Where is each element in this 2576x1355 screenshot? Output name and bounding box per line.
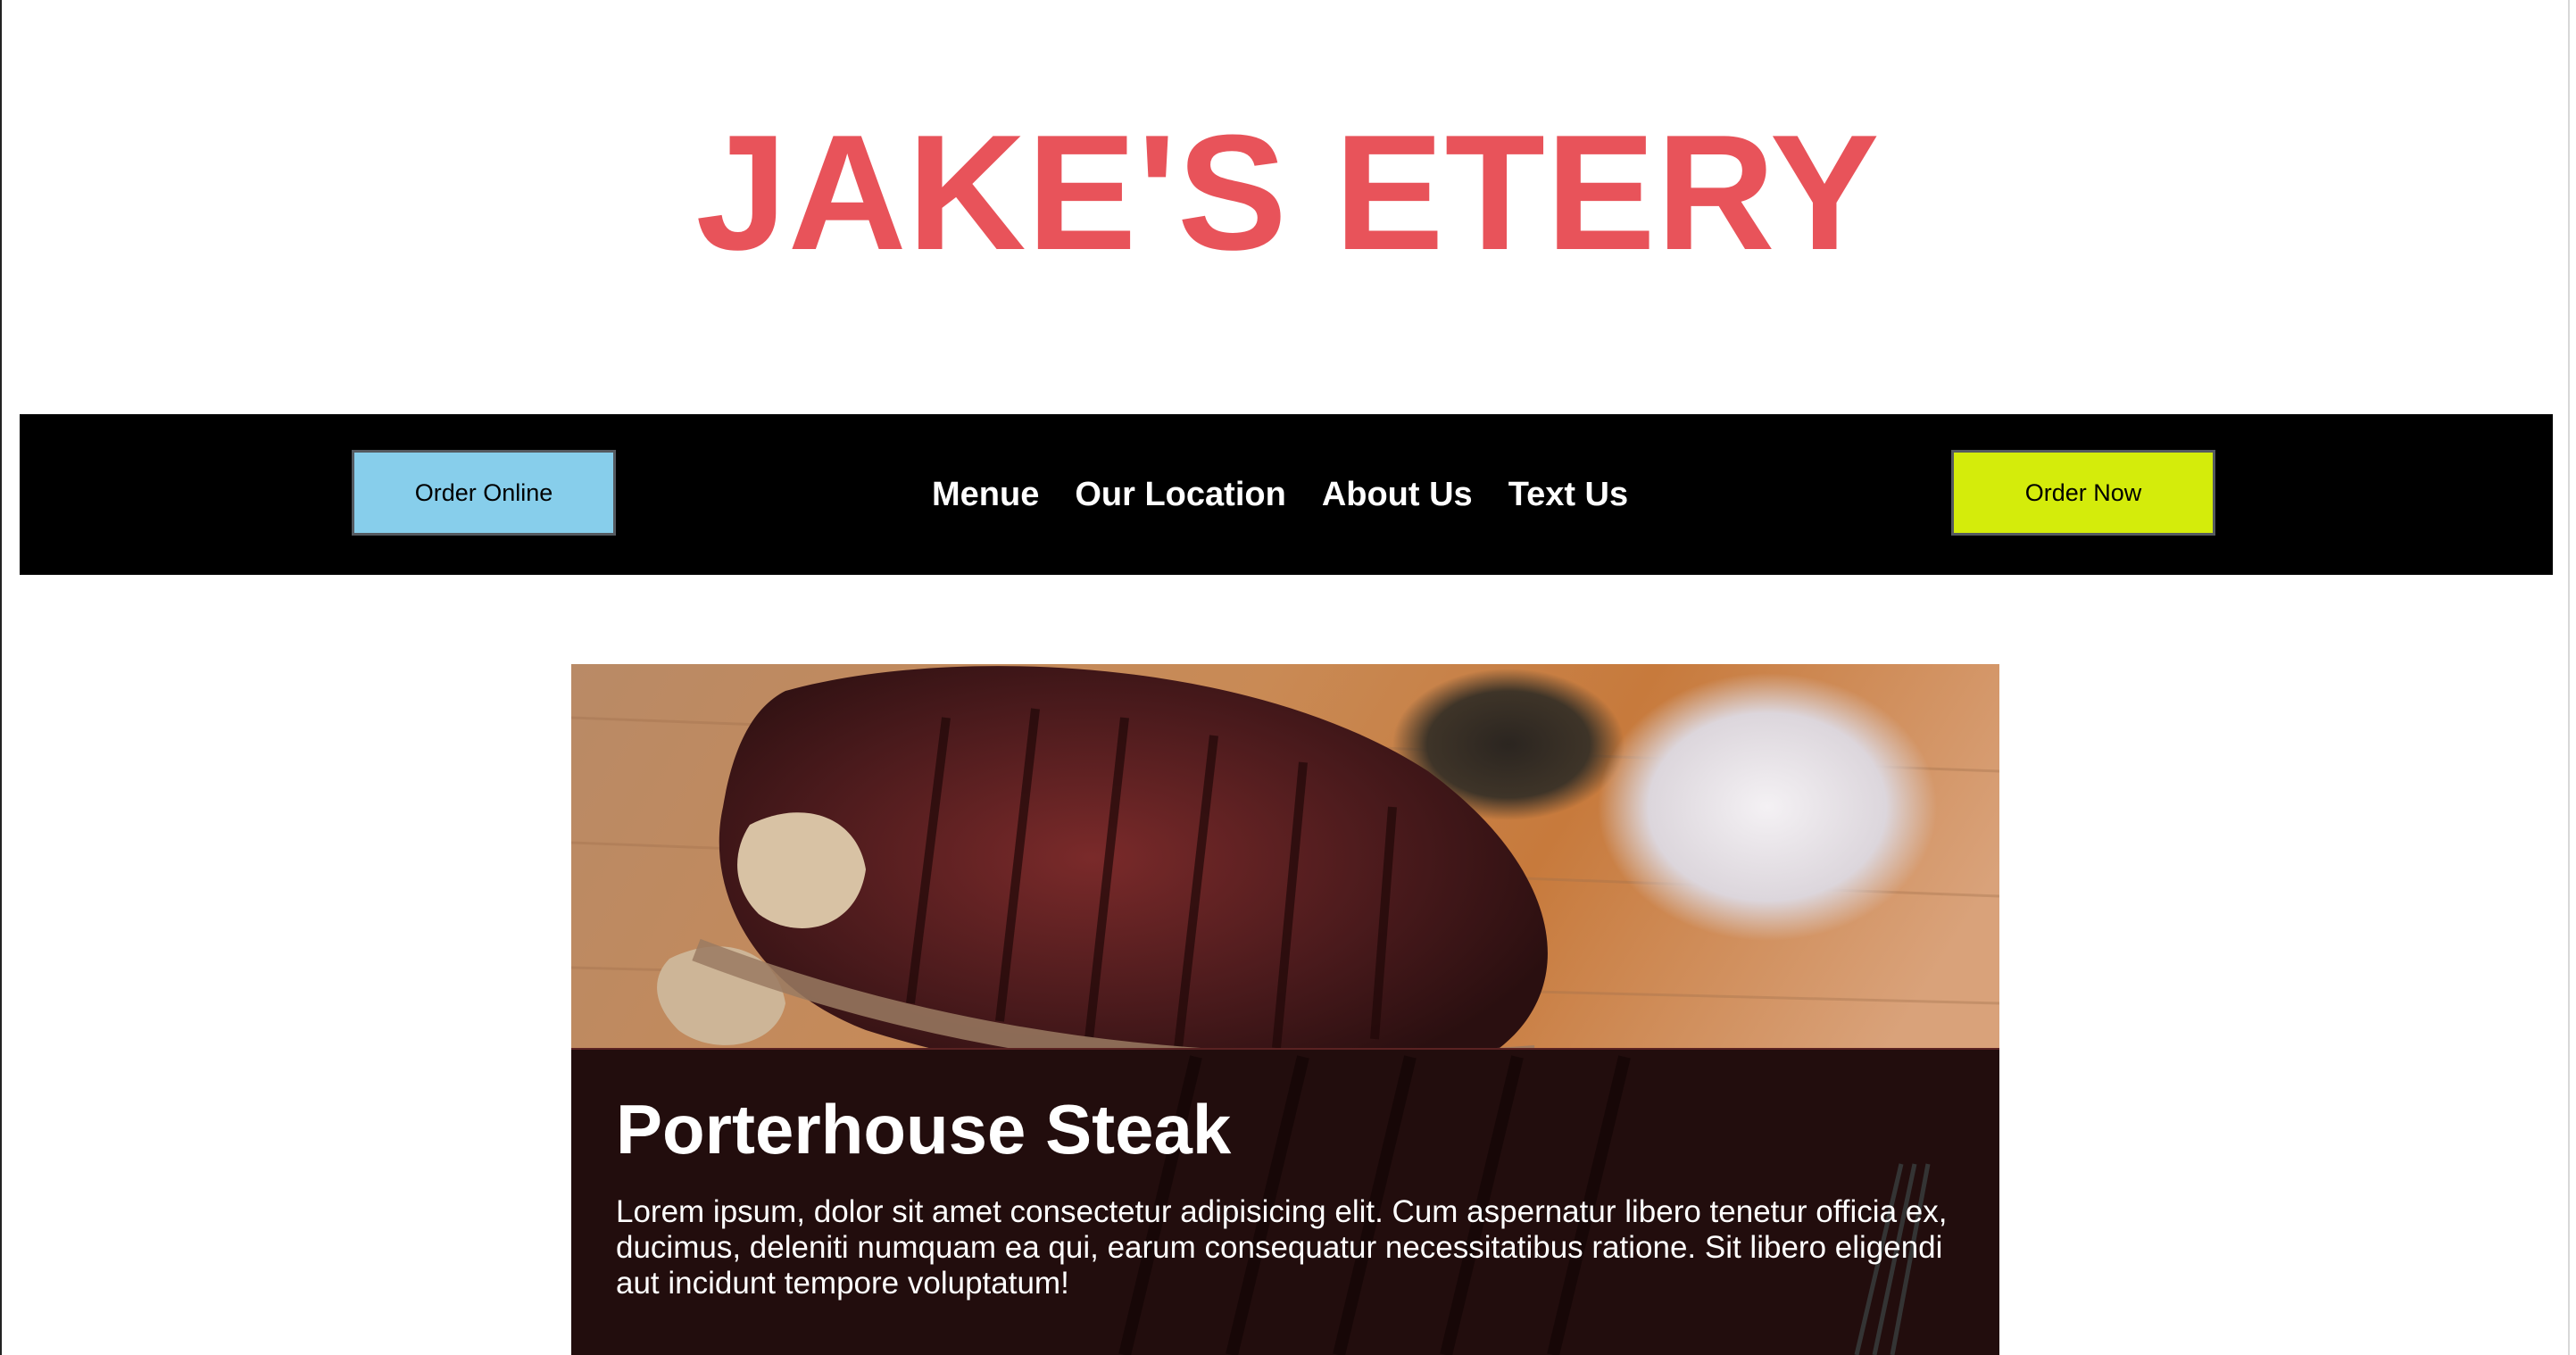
page: JAKE'S ETERY Order Online Menue Our Loca… xyxy=(0,0,2576,1355)
dish-description: Lorem ipsum, dolor sit amet consectetur … xyxy=(616,1194,1948,1301)
featured-dish-card: Porterhouse Steak Lorem ipsum, dolor sit… xyxy=(571,664,1999,1355)
nav-link-about-us[interactable]: About Us xyxy=(1322,476,1473,514)
nav-link-our-location[interactable]: Our Location xyxy=(1075,476,1285,514)
nav-link-text-us[interactable]: Text Us xyxy=(1508,476,1628,514)
order-now-button[interactable]: Order Now xyxy=(1951,450,2215,536)
nav-links: Menue Our Location About Us Text Us xyxy=(932,414,1628,575)
dish-title: Porterhouse Steak xyxy=(616,1090,1232,1168)
site-title: JAKE'S ETERY xyxy=(695,100,1881,284)
navbar: Order Online Menue Our Location About Us… xyxy=(20,414,2553,575)
dish-caption: Porterhouse Steak Lorem ipsum, dolor sit… xyxy=(571,1050,1999,1355)
nav-link-menue[interactable]: Menue xyxy=(932,476,1039,514)
order-online-button[interactable]: Order Online xyxy=(352,450,616,536)
